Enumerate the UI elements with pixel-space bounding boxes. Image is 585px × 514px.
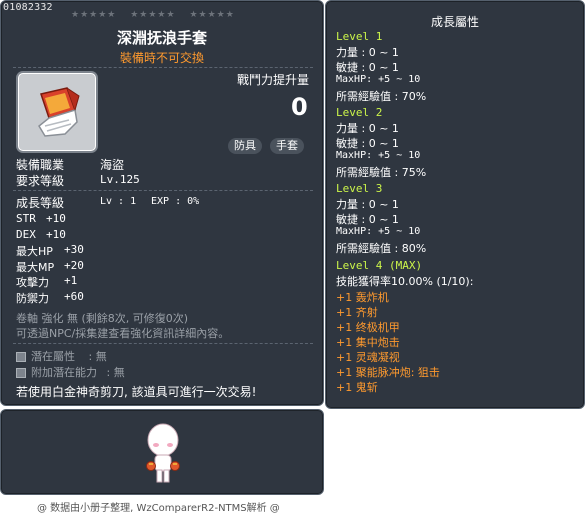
- level-heading-max: Level 4 (MAX): [336, 259, 423, 272]
- skill-line: +1 轰炸机: [336, 291, 389, 304]
- growth-stats-panel: 成長屬性 Level 1 力量 : 0 ~ 1 敏捷 : 0 ~ 1 MaxHP…: [325, 0, 585, 409]
- bonus-potential-value: : 無: [106, 366, 125, 379]
- item-icon-frame: [18, 73, 96, 151]
- level-line: 力量 : 0 ~ 1: [336, 46, 399, 59]
- stat-name: 最大HP: [16, 245, 53, 258]
- character-preview: [143, 420, 183, 486]
- stat-row: 最大HP +30: [16, 243, 84, 259]
- level-line: 敏捷 : 0 ~ 1: [336, 213, 399, 226]
- stat-row: DEX +10: [16, 228, 66, 241]
- power-value: 0: [291, 93, 308, 121]
- job-label: 裝備職業: [16, 158, 65, 172]
- item-id: 01082332: [3, 2, 53, 13]
- level-line: 敏捷 : 0 ~ 1: [336, 61, 399, 74]
- potential-icon: [16, 352, 26, 362]
- bonus-potential-icon: [16, 368, 26, 378]
- stat-row: 防禦力 +60: [16, 290, 84, 306]
- scroll-info: 卷軸 強化 無 (剩餘8次, 可修復0次): [16, 312, 189, 325]
- skill-rate: 技能獲得率10.00% (1/10):: [336, 275, 474, 288]
- divider: [13, 190, 313, 191]
- level-line: 所需經驗值 : 70%: [336, 90, 427, 103]
- divider: [13, 343, 313, 344]
- level-heading: Level 3: [336, 182, 383, 195]
- item-name: 深淵抚浪手套: [116, 29, 207, 47]
- character-avatar-icon: [146, 423, 180, 483]
- skill-line: +1 灵魂凝视: [336, 351, 400, 364]
- potential-label: 潛在屬性: [31, 350, 75, 363]
- stat-name: 攻擊力: [16, 276, 49, 289]
- potential-row: 潛在屬性 : 無: [16, 348, 107, 364]
- scissors-note: 若使用白金神奇剪刀, 該道具可進行一次交易!: [16, 385, 257, 399]
- level-heading: Level 1: [336, 30, 383, 43]
- level-line: MaxHP: +5 ~ 10: [336, 150, 421, 161]
- star-group-3: ★★★★★: [189, 10, 235, 20]
- req-level-value: Lv.125: [100, 173, 140, 186]
- glove-icon: [38, 87, 80, 137]
- divider: [13, 67, 313, 68]
- level-line: 所需經驗值 : 80%: [336, 242, 427, 255]
- stat-value: +30: [64, 243, 84, 256]
- growth-label: 成長等級: [16, 196, 65, 210]
- bonus-potential-label: 附加潛在能力: [31, 366, 97, 379]
- level-line: 力量 : 0 ~ 1: [336, 198, 399, 211]
- power-label: 戰鬥力提升量: [237, 73, 310, 87]
- stat-row: STR +10: [16, 212, 66, 225]
- stat-value: +60: [64, 290, 84, 303]
- level-line: 力量 : 0 ~ 1: [336, 122, 399, 135]
- growth-exp: EXP : 0%: [151, 196, 200, 207]
- level-line: 所需經驗值 : 75%: [336, 166, 427, 179]
- stat-name: DEX: [16, 228, 36, 241]
- stat-name: 最大MP: [16, 261, 55, 274]
- potential-value: : 無: [88, 350, 107, 363]
- req-level-label: 要求等級: [16, 174, 65, 188]
- stat-value: +20: [64, 259, 84, 272]
- stat-row: 攻擊力 +1: [16, 274, 77, 290]
- stat-value: +10: [46, 228, 66, 241]
- tag-armor: 防具: [228, 138, 262, 154]
- skill-line: +1 聚能脉冲炮: 狙击: [336, 366, 440, 379]
- stat-value: +1: [64, 274, 78, 287]
- growth-panel-title: 成長屬性: [430, 15, 479, 29]
- star-group-1: ★★★★★: [71, 10, 117, 20]
- skill-line: +1 齐射: [336, 306, 378, 319]
- level-line: MaxHP: +5 ~ 10: [336, 226, 421, 237]
- skill-line: +1 集中炮击: [336, 336, 400, 349]
- stat-name: 防禦力: [16, 292, 49, 305]
- skill-line: +1 鬼斩: [336, 381, 378, 394]
- growth-lv: Lv : 1: [100, 196, 137, 207]
- level-line: MaxHP: +5 ~ 10: [336, 74, 421, 85]
- job-value: 海盜: [100, 158, 125, 172]
- trade-note: 裝備時不可交換: [119, 51, 204, 65]
- bonus-potential-row: 附加潛在能力 : 無: [16, 364, 125, 380]
- footer-credit: @ 数据由小册子整理, WzComparerR2-NTMS解析 @: [37, 503, 280, 514]
- level-heading: Level 2: [336, 106, 383, 119]
- level-line: 敏捷 : 0 ~ 1: [336, 137, 399, 150]
- character-preview-panel: [0, 409, 324, 495]
- stat-name: STR: [16, 212, 36, 225]
- stat-value: +10: [46, 212, 66, 225]
- tag-gloves: 手套: [270, 138, 304, 154]
- star-group-2: ★★★★★: [130, 10, 176, 20]
- npc-info: 可透過NPC/採集建查看強化資訊詳細內容。: [16, 327, 230, 340]
- stat-row: 最大MP +20: [16, 259, 84, 275]
- item-tooltip-panel: 01082332 ★★★★★ ★★★★★ ★★★★★ 深淵抚浪手套 裝備時不可交…: [0, 0, 324, 406]
- star-force-row: ★★★★★ ★★★★★ ★★★★★: [71, 10, 245, 20]
- skill-line: +1 终极机甲: [336, 321, 400, 334]
